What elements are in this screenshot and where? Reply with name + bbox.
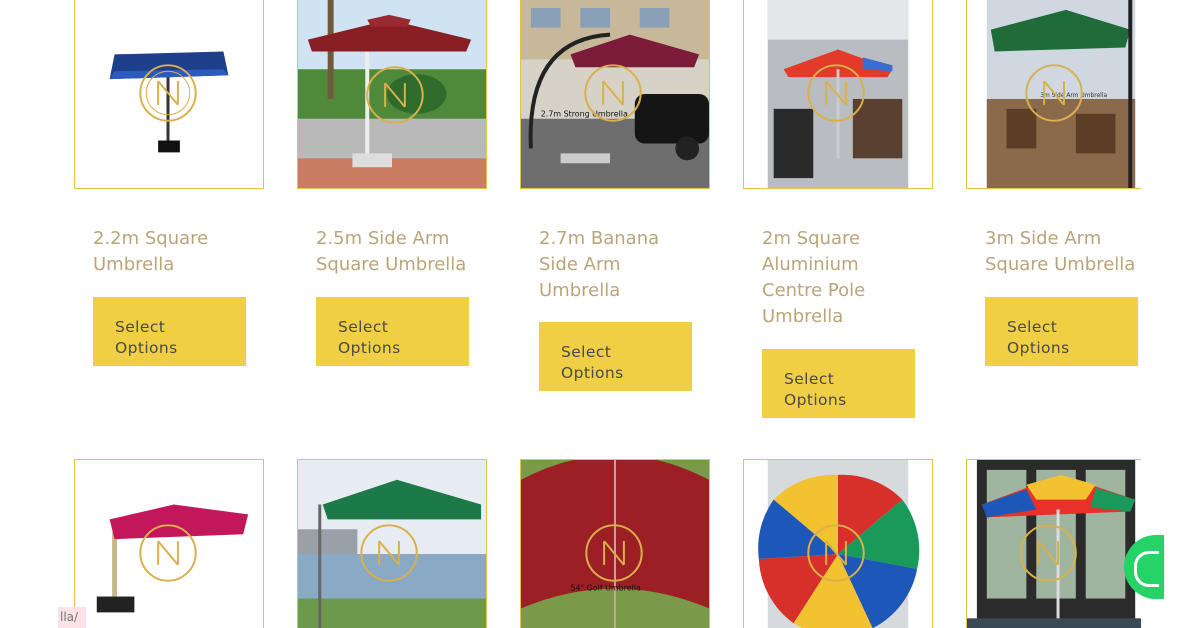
side-arm-3m-umbrella-image: 3m Side Arm Umbrella xyxy=(967,0,1155,188)
select-options-button[interactable]: Select Options xyxy=(93,297,246,366)
button-label-line: Options xyxy=(1007,339,1070,357)
product-image-2-7m-banana[interactable]: 2.7m Strong Umbrella xyxy=(520,0,710,189)
product-image-rainbow-umbrella[interactable] xyxy=(743,459,933,628)
aluminium-umbrella-image xyxy=(744,0,932,188)
patio-rainbow-umbrella-image xyxy=(967,460,1155,628)
button-label-line: Options xyxy=(784,391,847,409)
button-label-line: Options xyxy=(561,364,624,382)
button-label-line: Select xyxy=(115,318,166,336)
select-options-button[interactable]: Select Options xyxy=(316,297,469,366)
golf-umbrella-image: 54" Golf Umbrella xyxy=(521,460,709,628)
rainbow-umbrella-image xyxy=(744,460,932,628)
product-image-2-5m-side-arm[interactable] xyxy=(297,0,487,189)
select-options-button[interactable]: Select Options xyxy=(762,349,915,418)
product-image-cantilever-green[interactable] xyxy=(297,459,487,628)
product-title[interactable]: 2.7m Banana Side Arm Umbrella xyxy=(539,226,669,304)
select-options-button[interactable]: Select Options xyxy=(539,322,692,391)
image-caption: 54" Golf Umbrella xyxy=(570,584,641,593)
button-label-line: Select xyxy=(784,370,835,388)
product-image-3m-side-arm[interactable]: 3m Side Arm Umbrella xyxy=(966,0,1156,189)
product-image-2m-square-aluminium[interactable] xyxy=(743,0,933,189)
button-label-line: Select xyxy=(1007,318,1058,336)
product-image-golf-umbrella[interactable]: 54" Golf Umbrella xyxy=(520,459,710,628)
product-title[interactable]: 2.2m Square Umbrella xyxy=(93,226,263,278)
banana-umbrella-image: 2.7m Strong Umbrella xyxy=(521,0,709,188)
side-arm-umbrella-image xyxy=(298,0,486,188)
button-label-line: Options xyxy=(338,339,401,357)
button-label-line: Select xyxy=(338,318,389,336)
product-image-patio-rainbow[interactable] xyxy=(966,459,1156,628)
page-right-gutter xyxy=(1141,0,1200,628)
button-label-line: Options xyxy=(115,339,178,357)
product-image-2-2m-square[interactable] xyxy=(74,0,264,189)
image-caption: 2.7m Strong Umbrella xyxy=(541,110,628,119)
product-title[interactable]: 2m Square Aluminium Centre Pole Umbrella xyxy=(762,226,882,330)
select-options-button[interactable]: Select Options xyxy=(985,297,1138,366)
link-preview-tooltip: lla/ xyxy=(58,607,86,628)
cantilever-umbrella-image xyxy=(75,460,263,628)
product-title[interactable]: 2.5m Side Arm Square Umbrella xyxy=(316,226,486,278)
lake-umbrella-image xyxy=(298,460,486,628)
square-umbrella-image xyxy=(75,0,263,188)
button-label-line: Select xyxy=(561,343,612,361)
image-caption: 3m Side Arm Umbrella xyxy=(1040,92,1107,99)
product-title[interactable]: 3m Side Arm Square Umbrella xyxy=(985,226,1155,278)
product-image-cantilever-pink[interactable] xyxy=(74,459,264,628)
